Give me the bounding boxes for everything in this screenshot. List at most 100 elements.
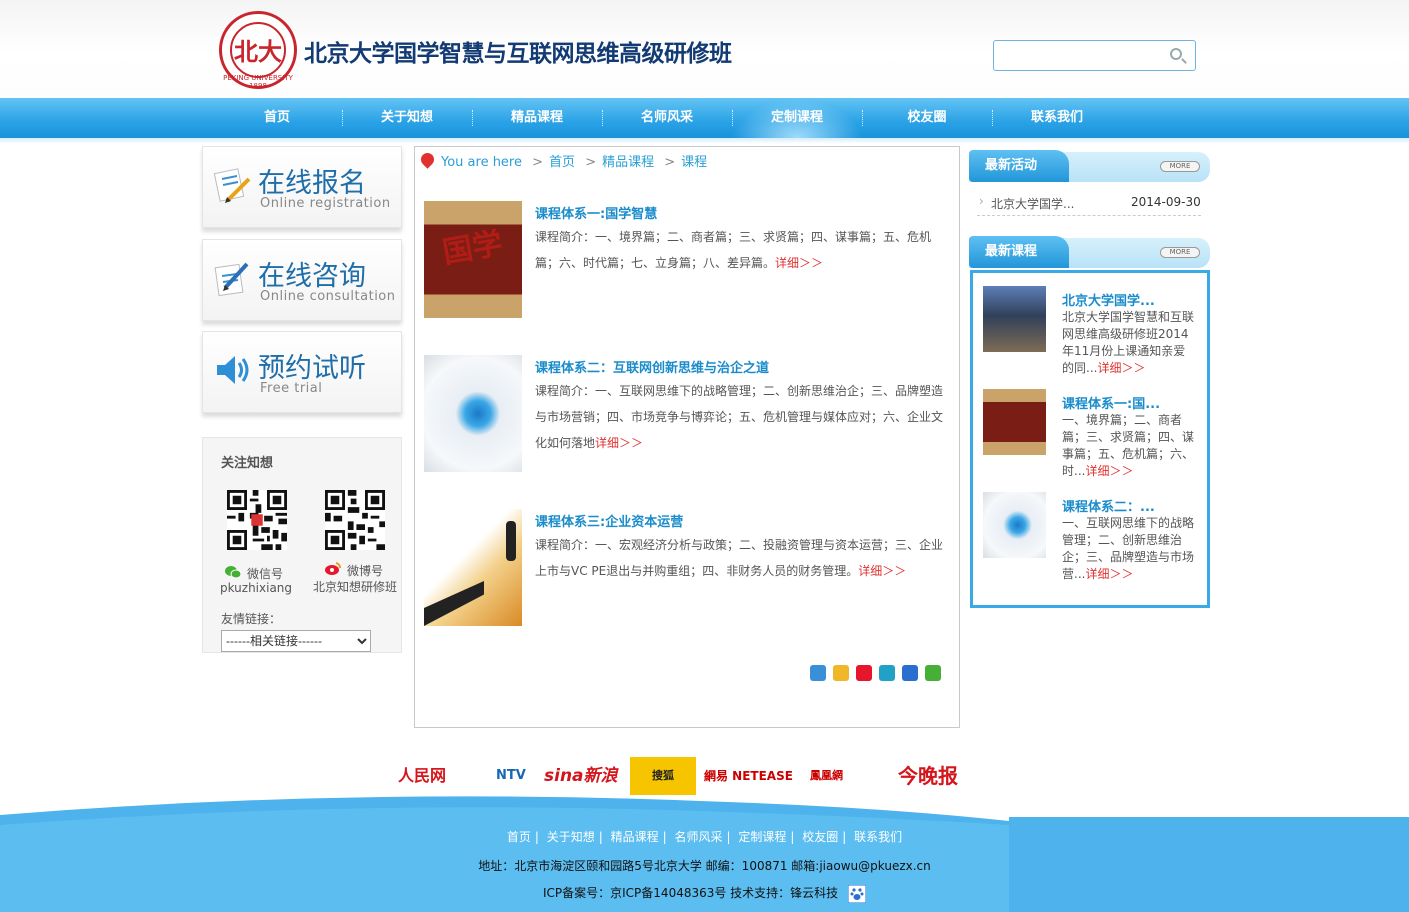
course-thumbnail[interactable]: 国学	[424, 201, 522, 318]
course-more-link[interactable]: 详细＞＞	[775, 256, 823, 270]
site-title: 北京大学国学智慧与互联网思维高级研修班	[304, 40, 732, 66]
follow-title: 关注知想	[221, 456, 274, 471]
nav-shadow	[0, 138, 1409, 144]
latest-activities-header: 最新活动 MORE	[969, 150, 1210, 182]
share-tencent-icon[interactable]	[879, 665, 895, 681]
weibo-qr-code	[325, 490, 385, 550]
breadcrumb: You are here > 首页 > 精品课程 > 课程	[441, 155, 708, 170]
side-button-subtitle: Free trial	[260, 381, 323, 396]
breadcrumb-current[interactable]: 课程	[681, 155, 707, 170]
course-thumbnail[interactable]	[424, 509, 522, 626]
share-more-icon[interactable]	[810, 665, 826, 681]
friend-links-label: 友情链接：	[221, 612, 282, 626]
activity-date: 2014-09-30	[1131, 195, 1201, 209]
search-input[interactable]	[998, 45, 1163, 66]
footer-nav-home[interactable]: 首页	[507, 830, 531, 844]
logo-text: PEKING UNIVERSITY 1898	[223, 74, 293, 90]
wechat-id: pkuzhixiang	[219, 581, 293, 595]
wechat-label: 微信号	[247, 567, 284, 581]
wechat-qr-code	[227, 490, 287, 550]
latest-course-desc: 一、境界篇；二、商者篇；三、求贤篇；四、谋事篇；五、危机篇；六、时...详细＞＞	[1062, 413, 1195, 478]
weibo-id: 北京知想研修班	[312, 580, 397, 594]
breadcrumb-courses[interactable]: 精品课程	[602, 155, 654, 170]
friend-links-select[interactable]: ------相关链接------	[221, 630, 371, 652]
nav-about[interactable]: 关于知想	[342, 98, 472, 138]
header: 北大 PEKING UNIVERSITY 1898 北京大学国学智慧与互联网思维…	[0, 0, 1409, 98]
latest-course-desc: 一、互联网思维下的战略管理；二、创新思维治企；三、品牌塑造与市场营...详细＞＞	[1062, 516, 1195, 581]
activity-row[interactable]: › 北京大学国学... 2014-09-30	[977, 188, 1201, 216]
footer-nav-custom[interactable]: 定制课程	[738, 830, 786, 844]
course-title[interactable]: 课程体系二：互联网创新思维与治企之道	[535, 357, 769, 376]
weibo-icon	[325, 562, 341, 575]
course-desc: 课程简介：一、境界篇；二、商者篇；三、求贤篇；四、谋事篇；五、危机篇；六、时代篇…	[535, 230, 932, 270]
share-wechat-icon[interactable]	[925, 665, 941, 681]
share-qzone-icon[interactable]	[833, 665, 849, 681]
wechat-icon	[225, 566, 241, 579]
nav-home[interactable]: 首页	[212, 98, 342, 138]
nav-courses[interactable]: 精品课程	[472, 98, 602, 138]
online-registration-button[interactable]: 在线报名 Online registration	[202, 146, 402, 228]
course-desc: 课程简介：一、宏观经济分析与政策；二、投融资管理与资本运营；三、企业上市与VC …	[535, 538, 944, 578]
activities-more-button[interactable]: MORE	[1160, 161, 1200, 172]
partner-ifeng-logo[interactable]: 鳳凰網 ifeng.com	[810, 757, 888, 820]
activity-title[interactable]: 北京大学国学...	[991, 195, 1074, 212]
partner-jinwanbao-logo[interactable]: 今晚报	[898, 757, 978, 795]
follow-panel: 关注知想 微信号 pkuzhixiang 微博号 北京知想研修班 友情链接： -…	[202, 437, 402, 653]
side-button-subtitle: Online consultation	[260, 289, 396, 304]
footer-nav-about[interactable]: 关于知想	[547, 830, 595, 844]
nav-teachers[interactable]: 名师风采	[602, 98, 732, 138]
footer-icp: ICP备案号：京ICP备14048363号 技术支持：锋云科技	[0, 884, 1409, 903]
nav-contact[interactable]: 联系我们	[992, 98, 1122, 138]
course-title[interactable]: 课程体系三:企业资本运营	[535, 511, 683, 530]
main-content: You are here > 首页 > 精品课程 > 课程 国学 课程体系一:国学智慧…	[414, 146, 960, 728]
share-renren-icon[interactable]	[902, 665, 918, 681]
online-consultation-button[interactable]: 在线咨询 Online consultation	[202, 239, 402, 321]
share-weibo-icon[interactable]	[856, 665, 872, 681]
course-thumbnail[interactable]	[983, 492, 1046, 558]
partner-sina-logo[interactable]: sina新浪	[544, 757, 624, 795]
nav-alumni[interactable]: 校友圈	[862, 98, 992, 138]
weibo-label: 微博号	[347, 564, 384, 578]
footer-nav-courses[interactable]: 精品课程	[611, 830, 659, 844]
latest-course-desc: 北京大学国学智慧和互联网思维高级研修班2014年11月份上课通知亲爱的同...详…	[1062, 310, 1195, 375]
footer-address: 地址：北京市海淀区颐和园路5号北京大学 邮编：100871 邮箱:jiaowu@…	[478, 859, 931, 873]
latest-course-more-link[interactable]: 详细＞＞	[1085, 464, 1133, 478]
latest-course-title[interactable]: 北京大学国学...	[1062, 290, 1155, 309]
breadcrumb-you-are-here: You are here	[441, 155, 522, 170]
latest-course-more-link[interactable]: 详细＞＞	[1097, 361, 1145, 375]
footer-nav-contact[interactable]: 联系我们	[854, 830, 902, 844]
logo-glyph: 北大	[234, 37, 282, 66]
side-button-title: 预约试听	[258, 353, 366, 384]
latest-activities-title: 最新活动	[969, 150, 1069, 182]
side-button-subtitle: Online registration	[260, 196, 391, 211]
search-icon[interactable]	[1170, 48, 1182, 60]
consultation-icon	[214, 262, 249, 297]
nav-custom-courses[interactable]: 定制课程	[732, 98, 862, 138]
main-nav: 首页 关于知想 精品课程 名师风采 定制课程 校友圈 联系我们	[0, 98, 1409, 138]
footer-nav-alumni[interactable]: 校友圈	[802, 830, 838, 844]
latest-course-more-link[interactable]: 详细＞＞	[1085, 567, 1133, 581]
latest-courses-header: 最新课程 MORE	[969, 236, 1210, 268]
free-trial-button[interactable]: 预约试听 Free trial	[202, 331, 402, 413]
partner-netease-logo[interactable]: 網易 NETEASE	[704, 757, 800, 795]
partner-sohu-logo[interactable]: 搜狐 SOHU.com	[630, 757, 696, 820]
baidu-paw-icon[interactable]	[848, 884, 867, 903]
latest-course-title[interactable]: 课程体系一:国...	[1062, 393, 1160, 412]
course-thumbnail[interactable]	[983, 286, 1046, 352]
courses-more-button[interactable]: MORE	[1160, 247, 1200, 258]
breadcrumb-home[interactable]: 首页	[549, 155, 575, 170]
course-more-link[interactable]: 详细＞＞	[595, 436, 643, 450]
latest-course-title[interactable]: 课程体系二：...	[1062, 496, 1155, 515]
speaker-icon	[217, 356, 249, 384]
course-title[interactable]: 课程体系一:国学智慧	[535, 203, 657, 222]
peking-university-logo[interactable]: 北大 PEKING UNIVERSITY 1898	[219, 11, 297, 90]
side-button-title: 在线咨询	[258, 261, 366, 292]
course-thumbnail[interactable]	[983, 389, 1046, 455]
partner-ntv-logo[interactable]: NTV	[496, 757, 532, 795]
course-more-link[interactable]: 详细＞＞	[858, 564, 906, 578]
registration-icon	[213, 168, 251, 203]
course-desc: 课程简介：一、互联网思维下的战略管理；二、创新思维治企；三、品牌塑造与市场营销；…	[535, 384, 944, 450]
footer-nav-teachers[interactable]: 名师风采	[674, 830, 722, 844]
partner-people-logo[interactable]: 人民网	[398, 757, 480, 795]
course-thumbnail[interactable]	[424, 355, 522, 472]
